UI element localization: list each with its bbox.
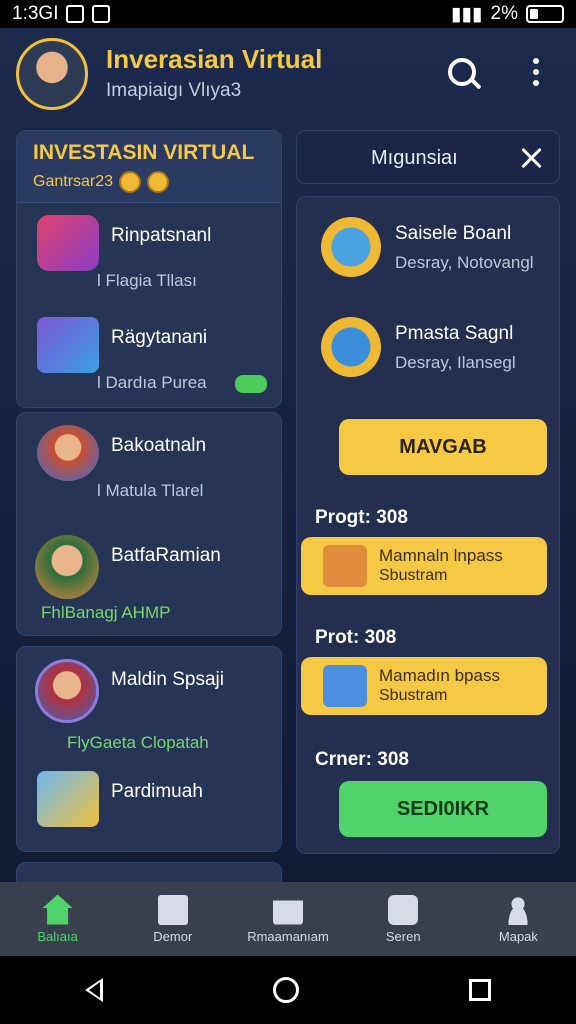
item-name: BatfaRamian [111, 545, 221, 566]
nav-item-camera[interactable]: Seren [346, 882, 461, 956]
nav-label: Balıaıa [37, 928, 78, 944]
wallet-icon [147, 171, 170, 193]
nav-item-home[interactable]: Balıaıa [0, 882, 115, 956]
nav-item-profile[interactable]: Mapak [461, 882, 576, 956]
item-name: Bakoatnaln [111, 435, 207, 456]
battery-icon [526, 5, 564, 23]
avatar[interactable] [16, 38, 88, 110]
battery-percent: 2% [490, 3, 518, 24]
mail-icon [273, 900, 303, 925]
nav-item-news[interactable]: Demor [115, 882, 230, 956]
option-name: Saisele Boanl [395, 223, 512, 244]
item-subtitle: l Flagia Tllası [97, 271, 197, 290]
signal-icon: ▮▮▮ [451, 3, 483, 25]
recents-icon[interactable] [469, 979, 491, 1001]
back-icon[interactable] [85, 978, 103, 1002]
option-name: Pmasta Sagnl [395, 323, 514, 344]
box-icon [37, 317, 99, 373]
list-item[interactable]: Rägytanani l Dardıa Purea [17, 305, 281, 407]
item-name: Maldin Spsaji [111, 669, 224, 690]
item-name: Rinpatsnanl [111, 225, 212, 246]
gift-icon [37, 215, 99, 271]
app-header: Inverasian Virtual Imapiaigı Vlıya3 [0, 28, 576, 128]
search-icon [448, 58, 476, 86]
list-item[interactable]: Maldin Spsaji FlyGaeta Clopatah [17, 647, 281, 759]
promo-line1: Mamadın bpass [379, 666, 500, 685]
panel-header: Mıgunsiaı [296, 130, 560, 184]
person-icon [503, 894, 534, 925]
avatar [35, 535, 99, 599]
more-icon [533, 58, 539, 86]
clock: 1:3GI [12, 3, 59, 24]
promo-line2: Sbustram [379, 567, 448, 584]
card-header: INVESTASIN VIRTUAL Gantrsar23 [17, 131, 281, 203]
ticket-icon [323, 665, 367, 707]
newspaper-icon [323, 545, 367, 587]
investment-card: INVESTASIN VIRTUAL Gantrsar23 Rinpatsnan… [16, 130, 282, 408]
item-subtitle: l Matula Tlarel [97, 481, 204, 500]
search-button[interactable] [442, 52, 482, 92]
home-button-icon[interactable] [273, 977, 299, 1003]
app-notification-icon [92, 5, 111, 23]
list-item[interactable]: Pardimuah [17, 759, 281, 851]
list-item[interactable]: BatfaRamian FhlBanagj AHMP [17, 523, 281, 635]
notification-icon [66, 5, 85, 23]
promo-line1: Mamnaln lnpass [379, 546, 503, 565]
section-label: Crner: 308 [315, 749, 409, 770]
promo-line2: Sbustram [379, 687, 448, 704]
primary-button[interactable]: MAVGAB [339, 419, 547, 475]
option-subtitle: Desray, Notovangl [395, 253, 534, 272]
card-title: INVESTASIN VIRTUAL [33, 141, 255, 164]
secondary-button[interactable]: SEDI0IKR [339, 781, 547, 837]
side-panel: Mıgunsiaı Saisele Boanl Desray, Notovang… [296, 130, 560, 854]
close-icon[interactable] [519, 145, 545, 171]
panel-body: Saisele Boanl Desray, Notovangl Pmasta S… [296, 196, 560, 854]
item-name: Pardimuah [111, 781, 203, 802]
nav-item-messages[interactable]: Rmaamanıam [230, 882, 345, 956]
home-icon [42, 894, 73, 925]
investment-card-3: Maldin Spsaji FlyGaeta Clopatah Pardimua… [16, 646, 282, 852]
item-subtitle: FhlBanagj AHMP [41, 603, 171, 622]
item-name: Rägytanani [111, 327, 208, 348]
option-subtitle: Desray, Ilansegl [395, 353, 516, 372]
gamepad-icon [235, 375, 267, 393]
document-icon [37, 771, 99, 827]
card-subtitle-row: Gantrsar23 [33, 171, 265, 193]
item-subtitle: FlyGaeta Clopatah [67, 733, 209, 752]
globe-icon [321, 317, 381, 377]
option-item[interactable]: Saisele Boanl Desray, Notovangl [321, 213, 551, 293]
option-item[interactable]: Pmasta Sagnl Desray, Ilansegl [321, 313, 551, 393]
panel-title: Mıgunsiaı [371, 147, 458, 169]
nav-label: Demor [153, 928, 193, 944]
camera-icon [388, 894, 419, 925]
promo-banner[interactable]: Mamadın bpass Sbustram [301, 657, 547, 715]
page-subtitle: Imapiaigı Vlıya3 [106, 80, 242, 101]
more-menu-button[interactable] [516, 52, 556, 92]
avatar [35, 659, 99, 723]
shield-icon [321, 217, 381, 277]
status-bar: 1:3GI ▮▮▮ 2% [0, 0, 576, 28]
character-icon [37, 425, 99, 481]
app-screen: Inverasian Virtual Imapiaigı Vlıya3 INVE… [0, 28, 576, 956]
coin-icon [119, 171, 142, 193]
nav-label: Seren [385, 928, 421, 944]
nav-label: Rmaamanıam [247, 928, 329, 944]
news-icon [157, 894, 188, 925]
section-label: Progt: 308 [315, 507, 408, 528]
investment-card-2: Bakoatnaln l Matula Tlarel BatfaRamian F… [16, 412, 282, 636]
system-navigation [0, 956, 576, 1024]
card-subtitle: Gantrsar23 [33, 173, 114, 190]
promo-banner[interactable]: Mamnaln lnpass Sbustram [301, 537, 547, 595]
list-item[interactable]: Bakoatnaln l Matula Tlarel [17, 413, 281, 523]
nav-label: Mapak [498, 928, 538, 944]
left-column: INVESTASIN VIRTUAL Gantrsar23 Rinpatsnan… [16, 130, 282, 892]
list-item[interactable]: Rinpatsnanl l Flagia Tllası [17, 203, 281, 305]
section-label: Prot: 308 [315, 627, 397, 648]
page-title: Inverasian Virtual [106, 44, 323, 74]
bottom-navigation: Balıaıa Demor Rmaamanıam Seren Mapak [0, 882, 576, 956]
item-subtitle: l Dardıa Purea [97, 373, 207, 392]
